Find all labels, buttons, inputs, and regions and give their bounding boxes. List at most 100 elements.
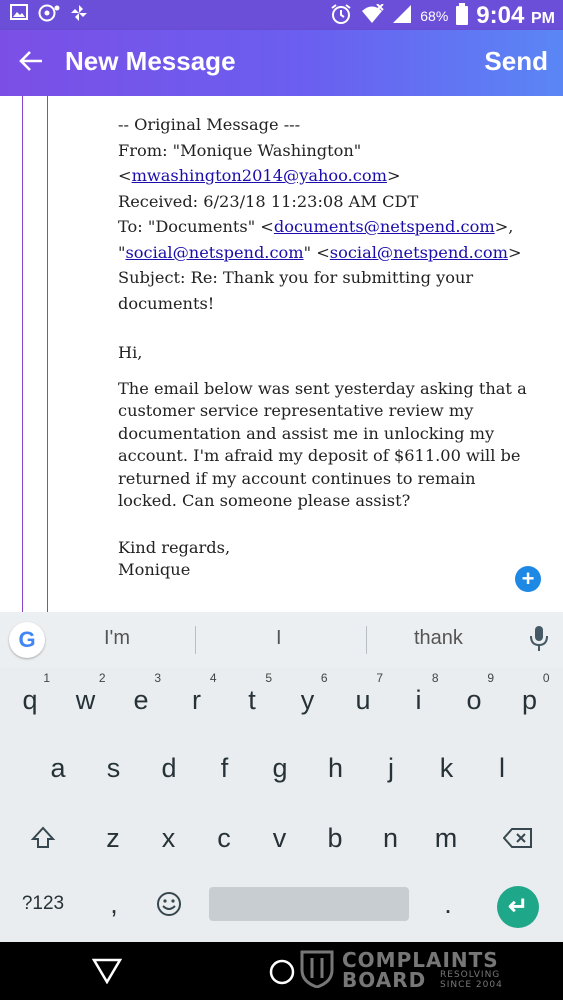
key[interactable]: z: [87, 808, 139, 868]
key[interactable]: c: [198, 808, 250, 868]
key[interactable]: f: [199, 738, 251, 798]
enter-icon[interactable]: ↵: [497, 886, 539, 928]
symbols-key[interactable]: ?123: [17, 874, 69, 934]
period-key[interactable]: .: [422, 874, 474, 934]
key[interactable]: o9: [448, 670, 500, 730]
body-line: customer service representative review m…: [118, 401, 474, 420]
key-number-hint: 6: [320, 671, 328, 685]
subject-line: Subject: Re: Thank you for submitting yo…: [118, 268, 474, 287]
key-number-hint: 0: [542, 671, 550, 685]
key[interactable]: w2: [60, 670, 112, 730]
wifi-icon: [360, 3, 384, 28]
clock: 9:04 PM: [476, 2, 555, 29]
cc-line: "social@netspend.com" <social@netspend.c…: [118, 242, 522, 262]
watermark-text: BOARD: [342, 968, 427, 992]
emoji-icon[interactable]: [143, 874, 195, 934]
quoted-message: -- Original Message --- From: "Monique W…: [118, 112, 538, 582]
key-number-hint: 8: [431, 671, 439, 685]
suggestion-word[interactable]: I'm: [104, 627, 130, 650]
alarm-icon: [330, 3, 352, 29]
key-number-hint: 9: [487, 671, 494, 685]
space-bar[interactable]: [209, 887, 409, 921]
header-line: From: "Monique Washington": [118, 140, 362, 160]
received-line: Received: 6/23/18 11:23:08 AM CDT: [118, 191, 419, 211]
key[interactable]: a: [32, 738, 84, 798]
cc-email-link[interactable]: social@netspend.com: [125, 243, 303, 262]
mic-icon[interactable]: [528, 624, 550, 654]
signal-icon: [392, 4, 412, 28]
key[interactable]: g: [254, 738, 306, 798]
key[interactable]: r4: [171, 670, 223, 730]
key-number-hint: 7: [376, 671, 383, 685]
google-icon[interactable]: G: [9, 622, 45, 658]
subject-line: documents!: [118, 293, 215, 313]
key[interactable]: d: [143, 738, 195, 798]
battery-icon: [456, 3, 469, 29]
header-line: -- Original Message ---: [118, 115, 301, 134]
suggestion-word[interactable]: thank: [414, 627, 463, 650]
key[interactable]: i8: [393, 670, 445, 730]
cc-email-link[interactable]: social@netspend.com: [330, 243, 508, 262]
key-number-hint: 5: [265, 671, 272, 685]
key[interactable]: u7: [337, 670, 389, 730]
image-icon: [10, 4, 28, 27]
back-arrow-icon[interactable]: [18, 44, 44, 82]
battery-percent: 68%: [420, 8, 449, 24]
closing: Kind regards,: [118, 537, 231, 557]
shift-icon[interactable]: [17, 808, 69, 868]
key[interactable]: s: [88, 738, 140, 798]
suggestion-word[interactable]: I: [276, 627, 282, 650]
quote-rule: [47, 96, 48, 612]
key-number-hint: 3: [154, 671, 161, 685]
navigation-bar: COMPLAINTS BOARD RESOLVING SINCE 2004: [0, 942, 563, 1000]
body-line: account. I'm afraid my deposit of $611.0…: [118, 446, 521, 465]
watermark-tagline: RESOLVING SINCE 2004: [440, 970, 503, 990]
backspace-icon[interactable]: [492, 808, 544, 868]
keyboard: G I'm I thank q1w2e3r4t5y6u7i8o9p0 asdfg…: [0, 612, 563, 942]
key[interactable]: j: [365, 738, 417, 798]
key-number-hint: 1: [43, 671, 50, 685]
message-body: The email below was sent yesterday askin…: [118, 378, 538, 582]
watermark-shield-icon: [300, 950, 334, 989]
key[interactable]: v: [254, 808, 306, 868]
key[interactable]: t5: [226, 670, 278, 730]
signature: Monique: [118, 560, 191, 579]
watermark: COMPLAINTS BOARD RESOLVING SINCE 2004: [300, 948, 502, 992]
key[interactable]: x: [143, 808, 195, 868]
to-line: To: "Documents" <documents@netspend.com>…: [118, 217, 514, 236]
key[interactable]: k: [421, 738, 473, 798]
body-line: returned if my account continues to rema…: [118, 468, 476, 488]
from-email-link[interactable]: mwashington2014@yahoo.com: [132, 166, 387, 185]
key[interactable]: m: [420, 808, 472, 868]
key[interactable]: e3: [115, 670, 167, 730]
divider: [195, 626, 196, 654]
body-line: The email below was sent yesterday askin…: [118, 378, 527, 398]
send-button[interactable]: Send: [484, 46, 548, 77]
message-editor[interactable]: -- Original Message --- From: "Monique W…: [0, 96, 563, 612]
app-bar: New Message Send: [0, 30, 563, 96]
key[interactable]: p0: [504, 670, 556, 730]
pinwheel-icon: [70, 4, 88, 27]
divider: [366, 626, 367, 654]
add-icon[interactable]: +: [515, 566, 541, 592]
to-email-link[interactable]: documents@netspend.com: [274, 217, 495, 236]
key[interactable]: y6: [282, 670, 334, 730]
key[interactable]: l: [476, 738, 528, 798]
suggestion-strip: G I'm I thank: [0, 612, 563, 668]
status-bar: 68% 9:04 PM: [0, 0, 563, 30]
nav-home-icon[interactable]: [268, 958, 296, 991]
chat-icon: [38, 4, 60, 27]
key[interactable]: b: [309, 808, 361, 868]
body-line: documentation and assist me in unlocking…: [118, 423, 495, 443]
nav-back-icon[interactable]: [91, 958, 123, 989]
key-number-hint: 4: [209, 671, 217, 685]
key[interactable]: n: [365, 808, 417, 868]
key[interactable]: h: [310, 738, 362, 798]
from-email-line: <mwashington2014@yahoo.com>: [118, 166, 401, 185]
body-line: locked. Can someone please assist?: [118, 491, 411, 510]
comma-key[interactable]: ,: [88, 874, 140, 934]
key-number-hint: 2: [98, 671, 106, 685]
quote-rule: [22, 96, 23, 612]
key[interactable]: q1: [4, 670, 56, 730]
greeting: Hi,: [118, 343, 143, 362]
